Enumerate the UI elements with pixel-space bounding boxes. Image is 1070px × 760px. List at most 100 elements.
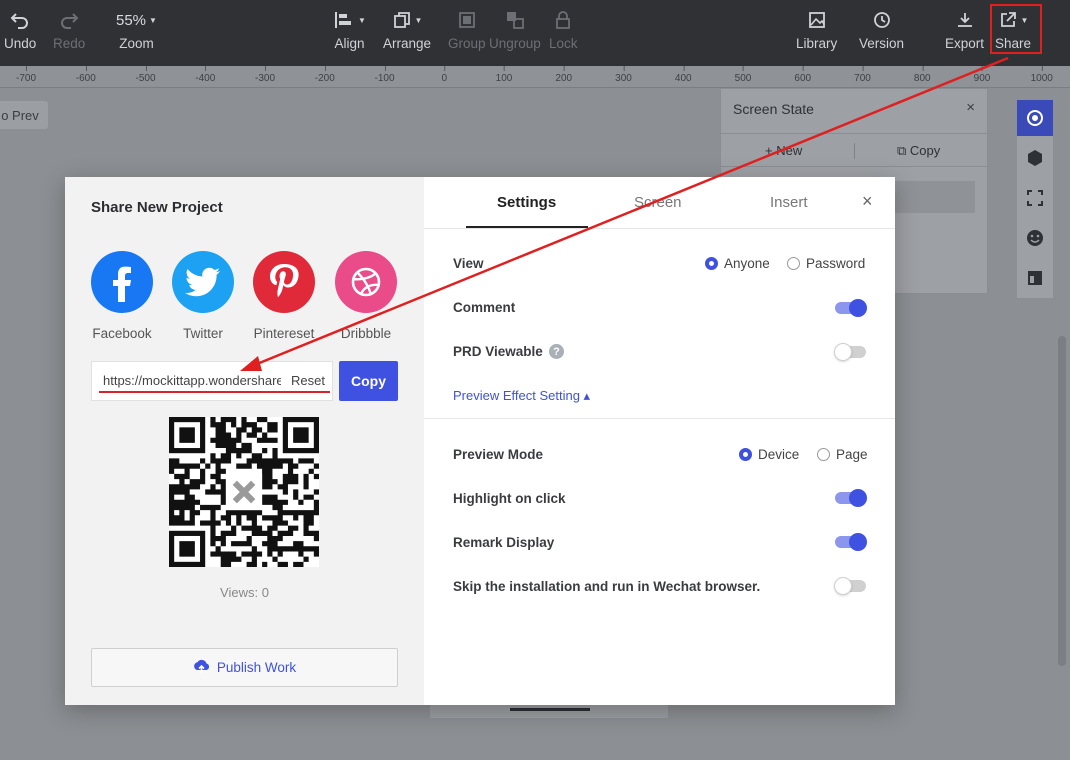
annotation-highlight-box — [990, 4, 1042, 54]
new-state-button[interactable]: + New — [765, 143, 802, 158]
dribbble-label: Dribbble — [340, 326, 392, 341]
export-button[interactable]: Export — [945, 8, 984, 51]
ruler-tick: 500 — [734, 66, 752, 84]
close-icon[interactable]: × — [966, 99, 975, 116]
preview-device-radio[interactable]: Device — [739, 447, 799, 462]
prd-viewable-toggle[interactable] — [834, 343, 866, 361]
radio-off-icon — [787, 257, 800, 270]
image-library-icon — [807, 8, 827, 32]
screen-state-title: Screen State — [733, 101, 814, 117]
share-dialog: Share New Project Facebook Twitter Pinte… — [65, 177, 895, 705]
publish-work-label: Publish Work — [216, 660, 297, 675]
device-label: Device — [758, 447, 800, 462]
facebook-label: Facebook — [92, 326, 152, 341]
facebook-share-button[interactable]: Facebook — [87, 251, 157, 341]
remark-display-toggle[interactable] — [835, 533, 867, 551]
lock-label: Lock — [549, 36, 578, 51]
ungroup-button[interactable]: Ungroup — [489, 8, 541, 51]
share-left-pane: Share New Project Facebook Twitter Pinte… — [65, 177, 424, 705]
radio-on-icon — [739, 448, 752, 461]
redo-icon — [59, 8, 79, 32]
tab-screen[interactable]: Screen — [634, 194, 682, 211]
share-link-field[interactable]: https://mockittapp.wondershare.com/share… — [91, 361, 333, 401]
view-password-radio[interactable]: Password — [787, 256, 865, 271]
share-settings-pane: Settings Screen Insert × View Anyone Pas… — [424, 177, 895, 705]
view-anyone-radio[interactable]: Anyone — [705, 256, 770, 271]
align-button[interactable]: ▼ Align — [333, 8, 366, 51]
tab-settings[interactable]: Settings — [497, 194, 556, 211]
ruler-tick: 400 — [674, 66, 692, 84]
screen-state-actions: + New ⧉ Copy — [721, 133, 989, 167]
zoom-control[interactable]: 55% ▼ Zoom — [116, 10, 157, 52]
pinterest-label: Pintereset — [253, 326, 315, 341]
reset-link-button[interactable]: Reset — [291, 373, 325, 388]
preview-page-radio[interactable]: Page — [817, 447, 868, 462]
library-button[interactable]: Library — [796, 8, 837, 51]
group-label: Group — [448, 36, 486, 51]
emoji-icon[interactable] — [1017, 220, 1053, 256]
zoom-value: 55% — [116, 11, 147, 29]
horizontal-ruler: -700 -600 -500 -400 -300 -200 -100 0 100 200 300 40… — [0, 66, 1070, 88]
tab-insert[interactable]: Insert — [770, 194, 808, 211]
pinterest-share-button[interactable]: Pintereset — [249, 251, 319, 341]
version-button[interactable]: Version — [859, 8, 904, 51]
version-label: Version — [859, 36, 905, 51]
ruler-tick: 300 — [615, 66, 632, 84]
ruler-tick: 1000 — [1030, 66, 1053, 84]
twitter-share-button[interactable]: Twitter — [168, 251, 238, 341]
lock-button[interactable]: Lock — [549, 8, 578, 51]
ungroup-icon — [505, 8, 525, 32]
radio-on-icon — [705, 257, 718, 270]
prev-button[interactable]: o Prev — [0, 101, 48, 129]
redo-button[interactable]: Redo — [53, 8, 85, 51]
settings-tabs: Settings Screen Insert × — [424, 177, 895, 229]
layout-icon[interactable] — [1017, 260, 1053, 296]
dialog-title: Share New Project — [91, 199, 223, 216]
target-icon[interactable] — [1017, 100, 1053, 136]
download-icon — [955, 8, 975, 32]
ruler-tick: 100 — [495, 66, 513, 84]
arrange-button[interactable]: ▼ Arrange — [383, 8, 431, 51]
copy-icon: ⧉ — [897, 143, 910, 158]
wechat-skip-toggle[interactable] — [834, 577, 866, 595]
annotation-underline — [99, 391, 330, 393]
component-icon[interactable] — [1017, 180, 1053, 216]
undo-button[interactable]: Undo — [4, 8, 36, 51]
ruler-tick: 700 — [854, 66, 871, 84]
comment-toggle[interactable] — [835, 299, 867, 317]
undo-label: Undo — [4, 36, 37, 51]
zoom-label: Zoom — [119, 36, 154, 51]
arrange-icon: ▼ — [392, 8, 422, 32]
dribbble-share-button[interactable]: Dribbble — [331, 251, 401, 341]
lock-icon — [554, 8, 572, 32]
ruler-tick: 200 — [555, 66, 573, 84]
highlight-on-click-toggle[interactable] — [835, 489, 867, 507]
canvas-strip — [430, 704, 668, 718]
align-icon: ▼ — [333, 8, 366, 32]
ruler-tick: -600 — [75, 66, 96, 84]
qr-code — [169, 417, 319, 567]
copy-state-button[interactable]: ⧉ Copy — [897, 143, 940, 159]
ungroup-label: Ungroup — [489, 36, 541, 51]
vertical-scrollbar[interactable] — [1058, 336, 1066, 666]
share-link-value[interactable]: https://mockittapp.wondershare.com/share — [103, 373, 281, 388]
preview-effect-setting-link[interactable]: Preview Effect Setting ▴ — [453, 388, 590, 404]
facebook-icon — [91, 251, 153, 313]
active-tab-indicator — [466, 226, 588, 228]
toggle-knob — [834, 577, 852, 595]
publish-work-button[interactable]: Publish Work — [91, 648, 398, 687]
help-icon[interactable]: ? — [549, 344, 564, 359]
library-label: Library — [796, 36, 838, 51]
ruler-tick: 900 — [973, 66, 991, 84]
page-label: Page — [836, 447, 868, 462]
copy-link-button[interactable]: Copy — [339, 361, 398, 401]
password-label: Password — [806, 256, 866, 271]
ruler-tick: -200 — [314, 66, 335, 84]
comment-label: Comment — [453, 300, 516, 315]
cube-icon[interactable] — [1017, 140, 1053, 176]
ruler-tick: -300 — [254, 66, 276, 84]
close-icon[interactable]: × — [862, 191, 873, 212]
highlight-on-click-label: Highlight on click — [453, 491, 566, 506]
twitter-label: Twitter — [183, 326, 223, 341]
group-button[interactable]: Group — [448, 8, 486, 51]
